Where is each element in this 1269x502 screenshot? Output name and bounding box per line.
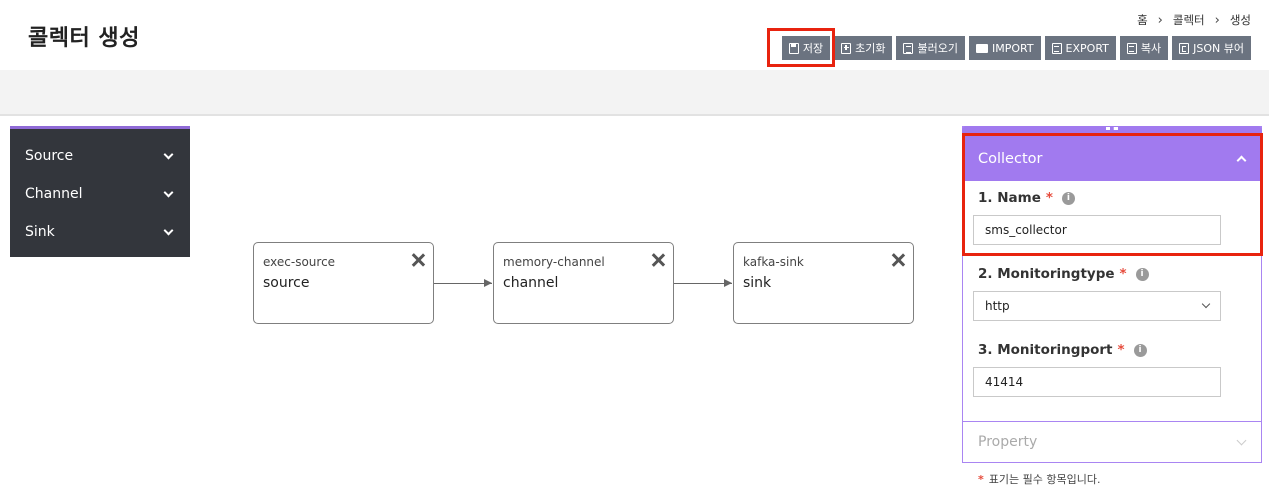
copy-icon (1126, 42, 1137, 54)
load-button[interactable]: 불러오기 (896, 36, 965, 60)
toolbar: 저장 초기화 불러오기 IMPORT EXPORT 복사 JSON 뷰어 (781, 36, 1251, 60)
required-footnote-text: 표기는 필수 항목입니다. (988, 473, 1101, 486)
page-title: 콜렉터 생성 (28, 26, 140, 51)
flow-node-channel[interactable]: memory-channel channel (493, 242, 674, 324)
required-mark: * (1117, 342, 1125, 358)
name-highlight-box (962, 133, 1263, 256)
palette-item-channel[interactable]: Channel (10, 175, 190, 213)
plus-square-icon (841, 42, 852, 54)
chevron-down-icon (163, 225, 174, 235)
flow-node-source[interactable]: exec-source source (253, 242, 434, 324)
secondary-toolbar-band (0, 70, 1269, 116)
copy-button[interactable]: 복사 (1119, 36, 1169, 60)
required-footnote: * 표기는 필수 항목입니다. (978, 471, 1100, 487)
load-button-label: 불러오기 (917, 42, 958, 55)
chevron-right-icon: › (1157, 12, 1163, 28)
monitoringport-field-label-row: 3. Monitoringport * i (978, 342, 1248, 358)
export-button[interactable]: EXPORT (1044, 36, 1116, 60)
palette-item-source[interactable]: Source (10, 137, 190, 175)
flow-edge-arrow (674, 279, 732, 287)
breadcrumb: 홈 › 콜렉터 › 생성 (1137, 12, 1251, 28)
chevron-down-icon (163, 187, 174, 197)
copy-button-label: 복사 (1140, 42, 1162, 55)
info-icon[interactable]: i (1133, 343, 1147, 357)
chevron-right-icon: › (1214, 12, 1220, 28)
palette-item-label: Sink (25, 224, 55, 240)
monitoringtype-select[interactable]: http (973, 291, 1221, 321)
monitoringport-input[interactable]: 41414 (973, 367, 1221, 397)
reset-button[interactable]: 초기화 (834, 36, 893, 60)
monitoringtype-field-label-row: 2. Monitoringtype * i (978, 266, 1248, 282)
monitoringport-input-value: 41414 (985, 375, 1024, 389)
node-type: memory-channel (503, 255, 605, 269)
flow-edge-arrow (434, 279, 492, 287)
flow-node-sink[interactable]: kafka-sink sink (733, 242, 914, 324)
monitoringtype-field-group: 2. Monitoringtype * i (978, 266, 1248, 282)
component-palette: Source Channel Sink (10, 126, 190, 257)
breadcrumb-home[interactable]: 홈 (1137, 12, 1148, 28)
document-icon (1051, 42, 1062, 54)
folder-icon (975, 43, 988, 53)
node-label: sink (743, 275, 772, 291)
property-section-header[interactable]: Property (963, 421, 1261, 462)
node-type: kafka-sink (743, 255, 804, 269)
save-highlight-box (767, 28, 835, 67)
grip-dots-icon (1106, 127, 1118, 131)
json-icon (1179, 42, 1190, 54)
palette-item-sink[interactable]: Sink (10, 213, 190, 251)
required-mark: * (978, 473, 984, 486)
close-icon[interactable] (651, 253, 665, 267)
info-icon[interactable]: i (1135, 267, 1149, 281)
node-label: channel (503, 275, 559, 291)
node-type: exec-source (263, 255, 336, 269)
monitoringtype-select-value: http (985, 299, 1010, 313)
export-button-label: EXPORT (1065, 41, 1109, 55)
breadcrumb-collector[interactable]: 콜렉터 (1173, 12, 1205, 28)
palette-item-label: Channel (25, 186, 83, 202)
monitoringport-field-label: 3. Monitoringport (978, 342, 1113, 358)
close-icon[interactable] (411, 253, 425, 267)
monitoringtype-field-label: 2. Monitoringtype (978, 266, 1115, 282)
chevron-down-icon (1201, 299, 1211, 309)
required-mark: * (1119, 266, 1127, 282)
list-icon (903, 42, 914, 54)
json-viewer-button-label: JSON 뷰어 (1193, 42, 1244, 55)
json-viewer-button[interactable]: JSON 뷰어 (1172, 36, 1251, 60)
chevron-down-icon (163, 149, 174, 159)
property-section-title: Property (978, 434, 1038, 450)
monitoringport-field-group: 3. Monitoringport * i (978, 342, 1248, 358)
import-button-label: IMPORT (991, 41, 1034, 55)
breadcrumb-create: 생성 (1229, 13, 1251, 27)
palette-item-label: Source (25, 148, 74, 164)
reset-button-label: 초기화 (855, 42, 886, 55)
close-icon[interactable] (891, 253, 905, 267)
node-label: source (263, 275, 310, 291)
import-button[interactable]: IMPORT (968, 36, 1041, 60)
chevron-down-icon (1236, 435, 1247, 445)
